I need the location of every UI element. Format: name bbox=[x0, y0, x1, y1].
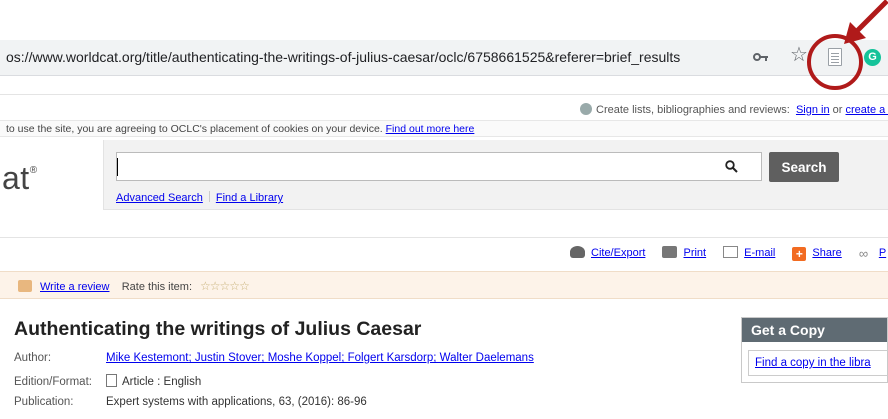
share-link[interactable]: Share bbox=[812, 247, 841, 259]
write-review-icon bbox=[18, 280, 32, 292]
publication-label: Publication: bbox=[14, 396, 74, 408]
envelope-icon bbox=[723, 246, 739, 258]
cookie-info-link[interactable]: Find out more here bbox=[386, 123, 475, 135]
write-review-link[interactable]: Write a review bbox=[40, 281, 109, 293]
email-item[interactable]: E-mail bbox=[723, 246, 775, 259]
edition-row: Edition/Format: Article : English bbox=[14, 374, 201, 388]
author-row: Author: Mike Kestemont; Justin Stover; Mo… bbox=[14, 352, 534, 364]
get-a-copy-heading: Get a Copy bbox=[742, 318, 887, 342]
grammarly-extension-icon[interactable]: G bbox=[864, 49, 881, 66]
print-item[interactable]: Print bbox=[662, 246, 706, 259]
search-panel: Search Advanced Search Find a Library bbox=[103, 140, 888, 210]
rating-stars[interactable]: ☆☆☆☆☆ bbox=[200, 279, 250, 293]
find-copy-box[interactable]: Find a copy in the libra bbox=[748, 350, 888, 376]
publication-value: Expert systems with applications, 63, (2… bbox=[106, 396, 367, 408]
cookie-notice: to use the site, you are agreeing to OCL… bbox=[6, 123, 474, 135]
search-links: Advanced Search Find a Library bbox=[116, 191, 283, 204]
toolbar-divider bbox=[0, 237, 888, 238]
rate-label: Rate this item: bbox=[121, 281, 193, 293]
create-account-link[interactable]: create a f bbox=[846, 104, 888, 116]
cite-export-link[interactable]: Cite/Export bbox=[591, 247, 645, 259]
key-icon[interactable] bbox=[753, 50, 769, 64]
printer-icon bbox=[662, 246, 678, 258]
header-divider bbox=[0, 94, 888, 95]
share-item[interactable]: + Share bbox=[792, 247, 842, 261]
cookie-notice-text: to use the site, you are agreeing to OCL… bbox=[6, 123, 383, 135]
chain-link-icon: ∞ bbox=[858, 246, 869, 261]
email-link[interactable]: E-mail bbox=[744, 247, 775, 259]
permalink-item[interactable]: ∞ P bbox=[858, 246, 886, 261]
annotation-arrow-icon bbox=[844, 0, 888, 44]
record-toolbar: Cite/Export Print E-mail + Share ∞ P bbox=[570, 246, 888, 261]
cite-icon bbox=[570, 246, 585, 258]
url-text[interactable]: os://www.worldcat.org/title/authenticati… bbox=[6, 49, 680, 65]
worldcat-logo[interactable]: at® bbox=[2, 160, 38, 197]
logo-registered-mark: ® bbox=[29, 165, 38, 176]
or-text: or bbox=[832, 104, 843, 116]
text-cursor bbox=[117, 158, 118, 176]
browser-address-bar[interactable]: os://www.worldcat.org/title/authenticati… bbox=[0, 40, 888, 76]
link-separator bbox=[208, 191, 210, 202]
share-plus-icon: + bbox=[792, 247, 807, 261]
create-lists-label: Create lists, bibliographies and reviews… bbox=[596, 104, 790, 116]
author-label: Author: bbox=[14, 352, 52, 364]
authors-link[interactable]: Mike Kestemont; Justin Stover; Moshe Kop… bbox=[106, 352, 534, 364]
publication-row: Publication: Expert systems with applicat… bbox=[14, 396, 367, 408]
review-content: Write a review Rate this item: ☆☆☆☆☆ bbox=[18, 279, 250, 293]
permalink-link[interactable]: P bbox=[879, 247, 886, 259]
get-a-copy-panel: Get a Copy Find a copy in the libra bbox=[741, 317, 888, 383]
edition-label: Edition/Format: bbox=[14, 376, 92, 388]
advanced-search-link[interactable]: Advanced Search bbox=[116, 192, 203, 204]
article-icon bbox=[106, 374, 117, 387]
search-icon[interactable] bbox=[725, 160, 738, 173]
edition-value: Article : English bbox=[122, 376, 202, 388]
search-button[interactable]: Search bbox=[769, 152, 839, 182]
cookie-notice-bar: to use the site, you are agreeing to OCL… bbox=[0, 120, 888, 137]
review-strip: Write a review Rate this item: ☆☆☆☆☆ bbox=[0, 271, 888, 299]
record-title: Authenticating the writings of Julius Ca… bbox=[14, 318, 422, 340]
search-input[interactable] bbox=[116, 152, 762, 181]
bookmark-star-icon[interactable]: ☆ bbox=[790, 45, 808, 65]
sign-in-link[interactable]: Sign in bbox=[796, 104, 830, 116]
cite-export-item[interactable]: Cite/Export bbox=[570, 246, 645, 259]
find-copy-link[interactable]: Find a copy in the libra bbox=[755, 357, 871, 369]
lists-icon bbox=[580, 103, 592, 115]
print-link[interactable]: Print bbox=[683, 247, 706, 259]
logo-text: at bbox=[2, 160, 30, 196]
create-lists-bar: Create lists, bibliographies and reviews… bbox=[580, 103, 888, 116]
find-library-link[interactable]: Find a Library bbox=[216, 192, 283, 204]
